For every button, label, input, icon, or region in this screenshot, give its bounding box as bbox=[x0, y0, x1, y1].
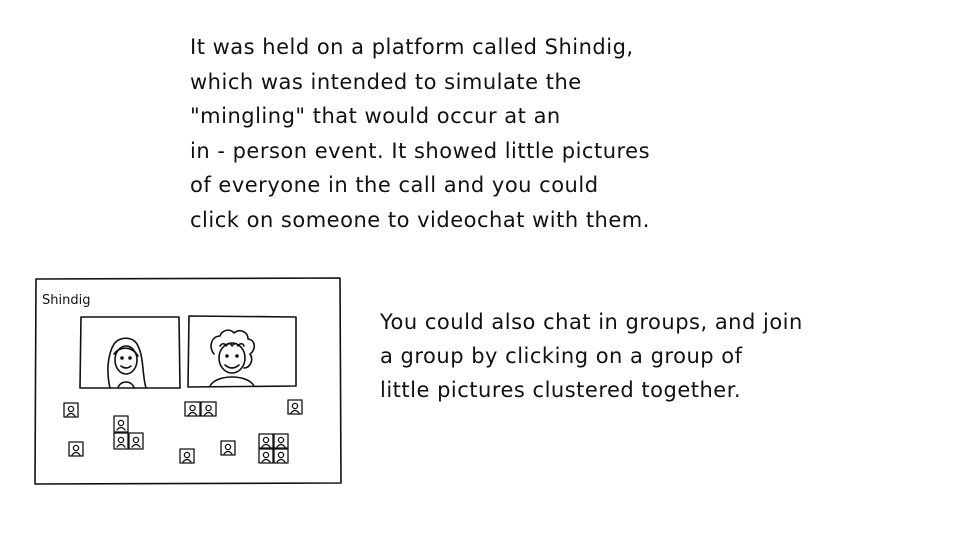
participant-group[interactable] bbox=[184, 401, 217, 417]
video-panel-right[interactable] bbox=[187, 315, 297, 388]
text-line: little pictures clustered together. bbox=[380, 378, 742, 402]
person-curly-hair-icon bbox=[210, 329, 256, 369]
shindig-window-sketch: Shindig bbox=[34, 276, 342, 485]
text-line: in - person event. It showed little pict… bbox=[190, 138, 651, 163]
participant-tile[interactable] bbox=[220, 440, 236, 456]
text-line: click on someone to videochat with them. bbox=[190, 207, 650, 232]
participant-tile[interactable] bbox=[179, 448, 195, 464]
participant-group[interactable] bbox=[113, 415, 144, 450]
participant-group[interactable] bbox=[258, 433, 289, 464]
participant-tile[interactable] bbox=[287, 399, 303, 415]
participant-tile[interactable] bbox=[63, 402, 79, 418]
text-line: You could also chat in groups, and join bbox=[380, 310, 803, 334]
app-title: Shindig bbox=[42, 293, 90, 308]
text-line: a group by clicking on a group of bbox=[380, 344, 743, 368]
video-panel-left[interactable] bbox=[79, 316, 181, 389]
groups-paragraph: You could also chat in groups, and join … bbox=[380, 305, 950, 407]
participant-tile[interactable] bbox=[68, 441, 84, 457]
text-line: It was held on a platform called Shindig… bbox=[190, 35, 634, 59]
text-line: which was intended to simulate the bbox=[190, 69, 582, 94]
text-line: "mingling" that would occur at an bbox=[190, 104, 561, 128]
intro-paragraph: It was held on a platform called Shindig… bbox=[190, 30, 830, 237]
text-line: of everyone in the call and you could bbox=[190, 173, 599, 197]
